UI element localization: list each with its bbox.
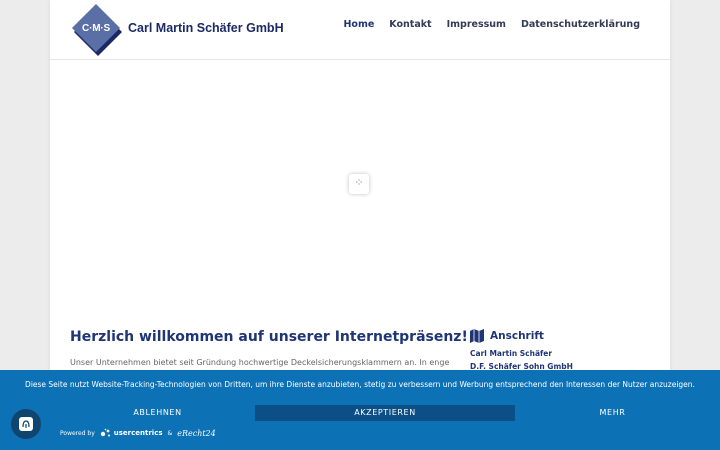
main-nav: Home Kontakt Impressum Datenschutzerklär…	[343, 19, 640, 30]
address-heading: Anschrift	[490, 330, 544, 342]
usercentrics-icon	[100, 428, 110, 437]
usercentrics-label: usercentrics	[113, 429, 163, 437]
welcome-title: Herzlich willkommen auf unserer Internet…	[70, 329, 468, 345]
intro-text: Unser Unternehmen bietet seit Gründung h…	[70, 358, 450, 367]
nav-item-home[interactable]: Home	[343, 19, 374, 30]
site-header: C·M·S Carl Martin Schäfer GmbH Home Kont…	[50, 0, 670, 60]
cookie-text: Diese Seite nutzt Website-Tracking-Techn…	[25, 380, 695, 389]
privacy-settings-button[interactable]	[11, 409, 41, 439]
decline-button[interactable]: ABLEHNEN	[60, 405, 255, 421]
nav-item-kontakt[interactable]: Kontakt	[389, 19, 431, 30]
powered-by-label: Powered by	[60, 429, 95, 437]
company-name[interactable]: Carl Martin Schäfer GmbH	[128, 21, 284, 35]
accept-button[interactable]: AKZEPTIEREN	[255, 405, 515, 421]
map-icon	[470, 329, 484, 343]
logo-text: C·M·S	[82, 23, 110, 34]
powered-by: Powered by usercentrics & eRecht24	[60, 428, 216, 438]
fingerprint-icon	[19, 417, 33, 431]
more-button[interactable]: MEHR	[515, 405, 710, 421]
hero-slider: ⁘	[50, 61, 670, 311]
amp-sign: &	[167, 429, 173, 437]
address-line-1: Carl Martin Schäfer	[470, 349, 553, 358]
loading-spinner-icon: ⁘	[354, 176, 364, 189]
nav-item-impressum[interactable]: Impressum	[447, 19, 506, 30]
loading-spinner: ⁘	[349, 174, 369, 194]
address-title: Anschrift	[470, 329, 544, 343]
company-logo[interactable]: C·M·S	[71, 3, 123, 57]
cookie-banner: Diese Seite nutzt Website-Tracking-Techn…	[0, 370, 720, 450]
nav-item-datenschutz[interactable]: Datenschutzerklärung	[521, 19, 640, 30]
usercentrics-logo[interactable]: usercentrics	[100, 428, 163, 438]
erecht24-logo[interactable]: eRecht24	[177, 429, 216, 438]
